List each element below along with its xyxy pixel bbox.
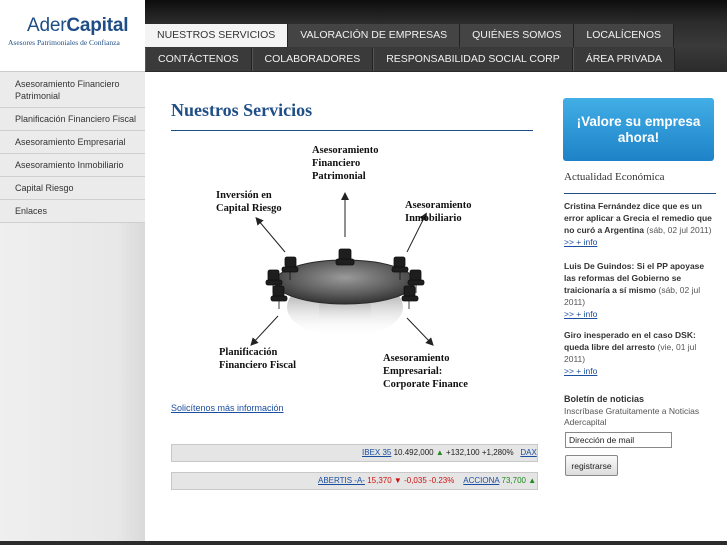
diagram-label-line: Inmobiliario <box>405 213 462 224</box>
diagram-label-empresarial: Asesoramiento Empresarial: Corporate Fin… <box>383 352 468 391</box>
ticker-price: 10.492,000 <box>393 448 434 457</box>
diagram-label-line: Financiero Fiscal <box>219 360 297 371</box>
nav-row-secondary: CONTÁCTENOS COLABORADORES RESPONSABILIDA… <box>145 48 675 71</box>
bottom-bar <box>0 541 727 545</box>
newsletter-subtitle: Inscríbase Gratuitamente a Noticias Ader… <box>564 406 700 427</box>
diagram-label-line: Empresarial: <box>383 366 443 377</box>
diagram-label-line: Asesoramiento <box>312 145 379 156</box>
down-arrow-icon: ▼ <box>393 476 402 485</box>
right-column: ¡Valore su empresa ahora! Actualidad Eco… <box>545 72 727 545</box>
diagram-label-line: Asesoramiento <box>405 200 472 211</box>
ticker-symbol[interactable]: ABERTIS -A- <box>318 476 365 485</box>
services-diagram: Asesoramiento Financiero Patrimonial Inv… <box>145 132 545 402</box>
nav-tab-contactenos[interactable]: CONTÁCTENOS <box>145 48 252 71</box>
ticker-price: 73,700 <box>501 476 526 485</box>
up-arrow-icon: ▲ <box>435 448 444 457</box>
diagram-label-line: Corporate Finance <box>383 379 468 390</box>
nav-row-primary: NUESTROS SERVICIOS VALORACIÓN DE EMPRESA… <box>145 24 675 47</box>
news-more-link[interactable]: >> + info <box>564 366 597 376</box>
diagram-label-line: Asesoramiento <box>383 353 450 364</box>
news-heading: Actualidad Económica <box>564 171 665 183</box>
arrow-upper-left <box>255 216 286 253</box>
sidebar-item-asesoramiento-inmobiliario[interactable]: Asesoramiento Inmobiliario <box>0 154 145 177</box>
diagram-label-fiscal: Planificación Financiero Fiscal <box>219 346 296 372</box>
stock-ticker-stocks: ABERTIS -A- 15,370 ▼ -0,035 -0.23% ACCIO… <box>171 472 538 490</box>
news-item: Luis De Guindos: Si el PP apoyase las re… <box>564 260 718 320</box>
nav-tab-valoracion-de-empresas[interactable]: VALORACIÓN DE EMPRESAS <box>288 24 461 47</box>
top-navigation: NUESTROS SERVICIOS VALORACIÓN DE EMPRESA… <box>145 0 727 72</box>
nav-tab-responsabilidad-social[interactable]: RESPONSABILIDAD SOCIAL CORP <box>373 48 573 71</box>
nav-tab-localicenos[interactable]: LOCALÍCENOS <box>574 24 675 47</box>
nav-tab-area-privada[interactable]: ÁREA PRIVADA <box>572 48 675 71</box>
title-divider <box>171 130 533 131</box>
nav-tab-nuestros-servicios[interactable]: NUESTROS SERVICIOS <box>145 24 289 47</box>
cta-line: ahora! <box>617 130 660 145</box>
diagram-label-patrimonial: Asesoramiento Financiero Patrimonial <box>312 144 379 183</box>
ticker-change: -0,035 <box>404 476 427 485</box>
news-more-link[interactable]: >> + info <box>564 237 597 247</box>
page-title: Nuestros Servicios <box>171 100 313 120</box>
diagram-label-line: Capital Riesgo <box>216 203 282 214</box>
diagram-label-line: Inversión en <box>216 190 272 201</box>
stock-ticker-indices: IBEX 35 10.492,000 ▲ +132,100 +1,280% DA… <box>171 444 538 462</box>
sidebar-item-capital-riesgo[interactable]: Capital Riesgo <box>0 177 145 200</box>
newsletter-title: Boletín de noticias <box>564 394 645 404</box>
main-content: Nuestros Servicios Asesoramiento Financi… <box>145 72 545 545</box>
news-more-link[interactable]: >> + info <box>564 309 597 319</box>
chair-top-icon <box>335 248 355 266</box>
value-company-cta-button[interactable]: ¡Valore su empresa ahora! <box>563 98 714 161</box>
ticker-track: IBEX 35 10.492,000 ▲ +132,100 +1,280% DA… <box>362 445 537 461</box>
ticker-change: +132,100 <box>446 448 480 457</box>
ticker-symbol[interactable]: DAX <box>520 448 536 457</box>
sidebar-item-asesoramiento-financiero-patrimonial[interactable]: Asesoramiento Financiero Patrimonial <box>0 72 145 108</box>
logo-wordmark: AderCapital <box>27 15 129 36</box>
ticker-symbol[interactable]: IBEX 35 <box>362 448 391 457</box>
news-date: (sáb, 02 jul 2011) <box>646 225 712 235</box>
diagram-label-line: Financiero <box>312 158 361 169</box>
logo-tagline: Asesores Patrimoniales de Confianza <box>8 38 120 47</box>
diagram-label-inmobiliario: Asesoramiento Inmobiliario <box>405 199 472 225</box>
news-item: Cristina Fernández dice que es un error … <box>564 200 718 248</box>
ticker-symbol[interactable]: ACCIONA <box>463 476 499 485</box>
nav-tab-colaboradores[interactable]: COLABORADORES <box>251 48 374 71</box>
sidebar-item-asesoramiento-empresarial[interactable]: Asesoramiento Empresarial <box>0 131 145 154</box>
email-field[interactable] <box>565 432 672 448</box>
logo[interactable]: AderCapital Asesores Patrimoniales de Co… <box>0 0 145 72</box>
nav-tab-quienes-somos[interactable]: QUIÉNES SOMOS <box>460 24 575 47</box>
ticker-percent: +1,280% <box>481 448 514 457</box>
arrow-lower-right <box>406 317 434 346</box>
diagram-label-line: Patrimonial <box>312 171 366 182</box>
ticker-track: ABERTIS -A- 15,370 ▼ -0,035 -0.23% ACCIO… <box>318 473 537 489</box>
sidebar: Asesoramiento Financiero Patrimonial Pla… <box>0 72 145 545</box>
more-info-link[interactable]: Solicítenos más información <box>171 403 284 413</box>
ticker-price: 15,370 <box>367 476 392 485</box>
news-item: Giro inesperado en el caso DSK: queda li… <box>564 329 718 377</box>
cta-line: ¡Valore su empresa <box>576 114 701 129</box>
sidebar-item-planificacion-financiero-fiscal[interactable]: Planificación Financiero Fiscal <box>0 108 145 131</box>
ticker-percent: -0.23% <box>429 476 455 485</box>
sidebar-item-enlaces[interactable]: Enlaces <box>0 200 145 223</box>
diagram-label-line: Planificación <box>219 347 278 358</box>
up-arrow-icon: ▲ <box>528 476 537 485</box>
news-divider <box>564 193 716 194</box>
diagram-label-capital-riesgo: Inversión en Capital Riesgo <box>216 189 282 215</box>
arrow-lower-left <box>250 315 279 346</box>
register-button[interactable]: registrarse <box>565 455 618 476</box>
